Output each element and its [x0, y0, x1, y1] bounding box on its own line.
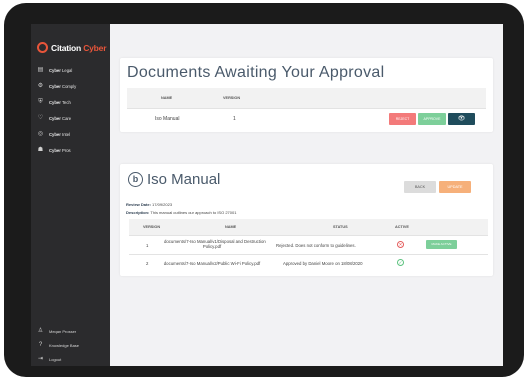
- view-button[interactable]: 👁: [448, 113, 475, 125]
- versions-table-header: VERSION NAME STATUS ACTIVE: [129, 219, 488, 235]
- page-title: Documents Awaiting Your Approval: [127, 64, 385, 81]
- document-logo-icon: b: [128, 172, 143, 187]
- heart-icon: ♡: [37, 115, 44, 121]
- column-header-name: NAME: [225, 225, 237, 229]
- document-version: 1: [233, 116, 236, 122]
- users-icon: ☗: [37, 147, 44, 153]
- gear-icon: ⚙: [37, 83, 44, 89]
- tablet-frame: Citation Cyber ▤ Cyber Legal ⚙ Cyber Com…: [4, 3, 524, 377]
- version-number: 1: [146, 243, 149, 248]
- brand-logo[interactable]: Citation Cyber: [37, 42, 107, 53]
- document-name: Iso Manual: [155, 116, 180, 122]
- approve-button[interactable]: APPROVE: [418, 113, 446, 125]
- column-header-version: VERSION: [143, 225, 161, 229]
- brand-name: Citation Cyber: [51, 42, 107, 53]
- sidebar-item-cyber-care[interactable]: ♡ Cyber Care: [37, 113, 76, 124]
- column-header-version: VERSION: [223, 96, 241, 100]
- eye-icon: 👁: [457, 116, 466, 122]
- shield-icon: ⛨: [38, 99, 43, 105]
- make-active-button[interactable]: MAKE ACTIVE: [426, 240, 457, 249]
- document-card: b Iso Manual BACK UPDATE Review Date: 17…: [120, 164, 493, 276]
- help-icon: ?: [38, 342, 43, 348]
- table-row: 1 documents/7-Iso Manual/v1/Disposal and…: [129, 235, 488, 254]
- x-circle-icon: ✕: [397, 241, 404, 248]
- sidebar-item-cyber-intel[interactable]: ◎ Cyber Intel: [37, 129, 76, 140]
- reject-button[interactable]: REJECT: [389, 113, 416, 125]
- user-icon: ♙: [37, 328, 44, 334]
- column-header-status: STATUS: [333, 225, 348, 229]
- sidebar-item-cyber-tech[interactable]: ⛨ Cyber Tech: [37, 97, 76, 108]
- sidebar-nav: ▤ Cyber Legal ⚙ Cyber Comply ⛨ Cyber Tec…: [37, 65, 77, 161]
- table-row: 2 documents/7-Iso Manual/v2/Public Wi-Fi…: [129, 254, 488, 272]
- version-number: 2: [146, 261, 149, 266]
- sidebar-item-logout[interactable]: ⇥ Logout: [37, 354, 79, 365]
- sidebar-item-cyber-pros[interactable]: ☗ Cyber Pros: [37, 145, 76, 156]
- sidebar-item-cyber-legal[interactable]: ▤ Cyber Legal: [37, 65, 76, 76]
- document-icon: ▤: [37, 67, 44, 73]
- logout-icon: ⇥: [37, 356, 44, 362]
- document-title: Iso Manual: [147, 171, 221, 188]
- file-path[interactable]: documents/7-Iso Manual/v1/Disposal and D…: [164, 239, 266, 249]
- sidebar-item-cyber-comply[interactable]: ⚙ Cyber Comply: [37, 81, 76, 92]
- approval-card: Documents Awaiting Your Approval NAME VE…: [120, 58, 493, 132]
- table-row: Iso Manual 1 REJECT APPROVE 👁: [127, 108, 486, 127]
- check-circle-icon: ✓: [397, 259, 404, 266]
- description: Description: This manual outlines our ap…: [126, 210, 237, 215]
- citation-logo-icon: [37, 42, 48, 53]
- column-header-name: NAME: [161, 96, 173, 100]
- approval-table-header: NAME VERSION: [127, 88, 486, 108]
- sidebar-bottom-nav: ♙ Meqan Prosser ? Knowledge Base ⇥ Logou…: [37, 326, 79, 366]
- status-text: Approved by Daniel Moore on 18/08/2020: [283, 261, 363, 266]
- column-header-active: ACTIVE: [395, 225, 409, 229]
- status-text: Rejected. Does not conform to guidelines…: [276, 243, 356, 248]
- sidebar: Citation Cyber ▤ Cyber Legal ⚙ Cyber Com…: [31, 24, 110, 366]
- sidebar-item-knowledge-base[interactable]: ? Knowledge Base: [37, 340, 79, 351]
- app-screen: Citation Cyber ▤ Cyber Legal ⚙ Cyber Com…: [31, 24, 503, 366]
- review-date: Review Date: 17/09/2023: [126, 202, 173, 207]
- back-button[interactable]: BACK: [404, 181, 436, 193]
- file-path[interactable]: documents/7-Iso Manual/v2/Public Wi-Fi P…: [163, 261, 261, 266]
- sidebar-item-profile[interactable]: ♙ Meqan Prosser: [37, 326, 79, 337]
- target-icon: ◎: [37, 131, 44, 137]
- update-button[interactable]: UPDATE: [439, 181, 471, 193]
